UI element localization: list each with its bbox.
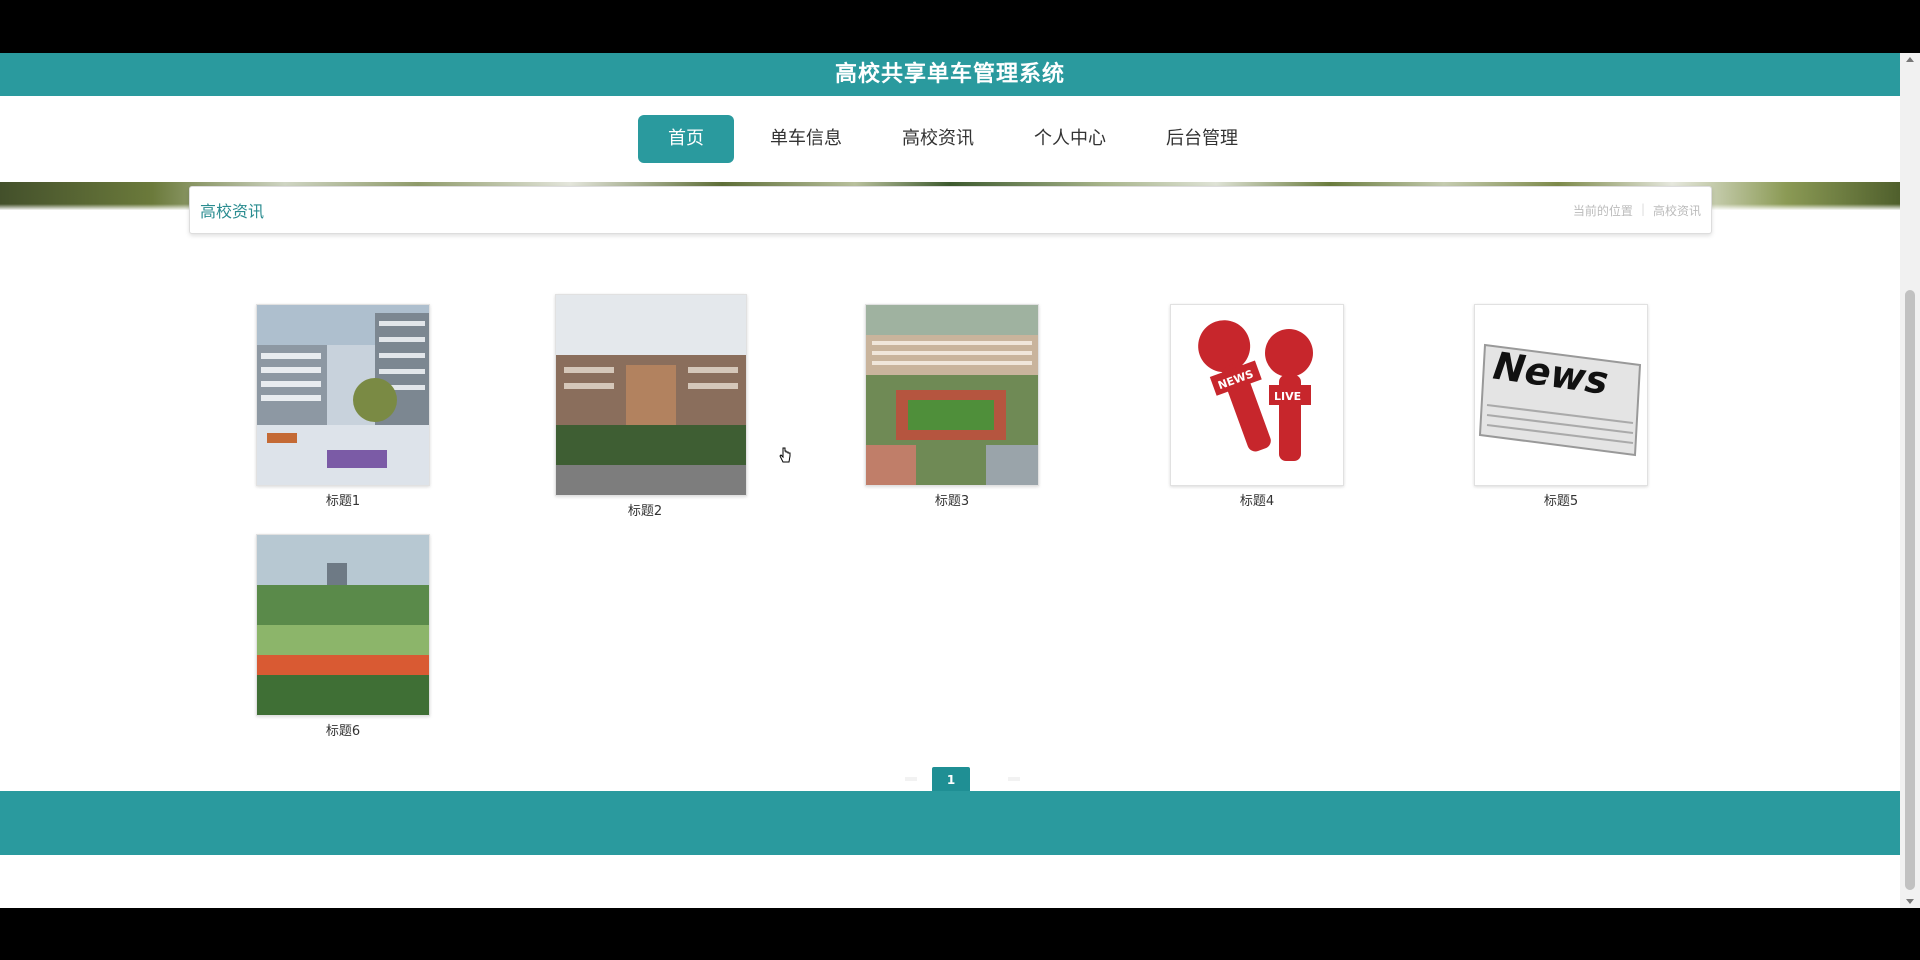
pagination-page-1[interactable]: 1 (932, 767, 970, 793)
newspaper-icon[interactable]: News (1474, 304, 1648, 486)
site-title-bar: 高校共享单车管理系统 (0, 53, 1900, 96)
live-badge-text: LIVE (1274, 390, 1301, 403)
nav-item-campus-news[interactable]: 高校资讯 (878, 115, 998, 163)
campus-aerial-photo[interactable] (865, 304, 1039, 486)
site-title: 高校共享单车管理系统 (834, 62, 1065, 87)
scroll-down-icon[interactable] (1906, 899, 1914, 904)
news-card-3[interactable]: 标题3 (862, 304, 1042, 509)
scrollbar-thumb[interactable] (1905, 290, 1915, 890)
campus-gate-photo[interactable] (555, 294, 747, 496)
section-title: 高校资讯 (200, 202, 265, 221)
footer (0, 791, 1900, 855)
nav-item-admin[interactable]: 后台管理 (1142, 115, 1262, 163)
nav-item-bike-info[interactable]: 单车信息 (746, 115, 866, 163)
sports-field-photo[interactable] (256, 534, 430, 716)
news-card-1[interactable]: 标题1 (253, 304, 433, 509)
pagination-next[interactable] (1008, 777, 1020, 781)
news-card-6[interactable]: 标题6 (253, 534, 433, 739)
nav-item-personal-center[interactable]: 个人中心 (1010, 115, 1130, 163)
card-title[interactable]: 标题4 (1167, 490, 1347, 509)
page-scrollbar[interactable] (1900, 53, 1920, 908)
campus-building-photo[interactable] (256, 304, 430, 486)
card-title[interactable]: 标题1 (253, 490, 433, 509)
pagination-prev[interactable] (905, 777, 917, 781)
breadcrumb-separator: | (1640, 201, 1645, 216)
scroll-up-icon[interactable] (1906, 57, 1914, 62)
section-header: 高校资讯 当前的位置 | 高校资讯 (189, 186, 1712, 234)
hand-cursor-icon (779, 447, 791, 463)
breadcrumb-campus-news[interactable]: 高校资讯 (1653, 202, 1701, 219)
news-card-5[interactable]: News 标题5 (1471, 304, 1651, 509)
news-microphone-icon[interactable]: NEWS LIVE (1170, 304, 1344, 486)
breadcrumb-current-location: 当前的位置 (1572, 203, 1633, 218)
card-title[interactable]: 标题3 (862, 490, 1042, 509)
breadcrumb: 当前的位置 | 高校资讯 (1573, 202, 1701, 219)
news-card-2[interactable]: 标题2 (555, 294, 747, 519)
news-card-4[interactable]: NEWS LIVE 标题4 (1167, 304, 1347, 509)
card-title[interactable]: 标题6 (253, 720, 433, 739)
card-title[interactable]: 标题2 (555, 500, 735, 519)
main-nav: 首页 单车信息 高校资讯 个人中心 后台管理 (0, 96, 1900, 182)
nav-item-home[interactable]: 首页 (638, 115, 734, 163)
card-title[interactable]: 标题5 (1471, 490, 1651, 509)
